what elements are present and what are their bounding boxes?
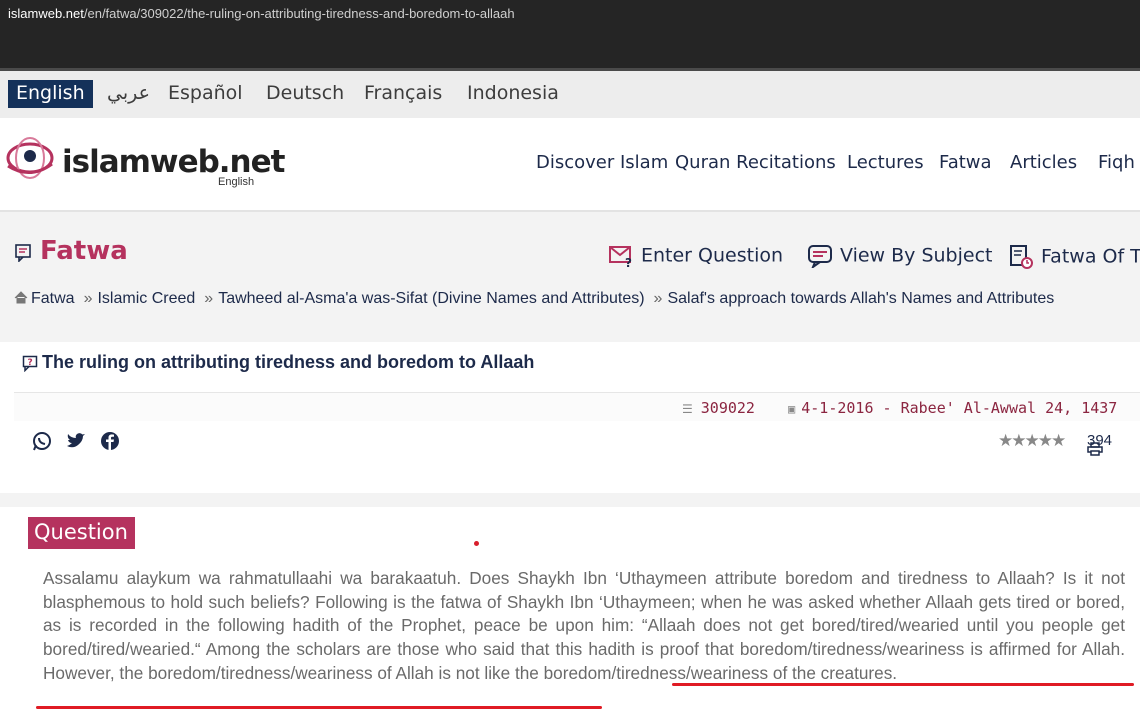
- language-bar: English عربي Español Deutsch Français In…: [0, 68, 1140, 118]
- nav-quran-recitations[interactable]: Quran Recitations: [675, 152, 836, 173]
- section-title-text: Fatwa: [40, 236, 128, 266]
- fatwa-of-the-day-button[interactable]: Fatwa Of Th: [1009, 244, 1140, 270]
- views-count[interactable]: 394: [1087, 432, 1112, 456]
- site-logo[interactable]: islamweb.net English: [4, 134, 285, 194]
- breadcrumb-tawheed[interactable]: Tawheed al-Asma'a was-Sifat (Divine Name…: [218, 290, 644, 307]
- nav-lectures[interactable]: Lectures: [847, 152, 924, 173]
- enter-question-label: Enter Question: [641, 244, 784, 267]
- nav-fiqh[interactable]: Fiqh: [1098, 152, 1135, 173]
- fatwa-of-the-day-label: Fatwa Of Th: [1041, 245, 1140, 268]
- chat-list-icon: [808, 245, 832, 270]
- url-path: /en/fatwa/309022/the-ruling-on-attributi…: [83, 6, 515, 21]
- list-icon: ☰: [682, 402, 693, 416]
- annotation-dot: [474, 541, 479, 546]
- question-bubble-icon: ?: [22, 355, 38, 372]
- envelope-question-icon: ?: [609, 246, 632, 270]
- home-icon: [14, 291, 28, 304]
- site-header: islamweb.net English Discover Islam Qura…: [0, 118, 1140, 212]
- question-text: Assalamu alaykum wa rahmatullaahi wa bar…: [43, 568, 1125, 683]
- svg-text:?: ?: [28, 358, 33, 368]
- fatwa-title: The ruling on attributing tiredness and …: [42, 352, 535, 372]
- section-gap: [0, 493, 1140, 507]
- fatwa-meta: ☰ 309022 ▣ 4-1-2016 - Rabee' Al-Awwal 24, …: [14, 393, 1140, 421]
- fatwa-book-icon: [15, 243, 31, 262]
- facebook-icon[interactable]: [100, 431, 120, 451]
- calendar-icon: ▣: [788, 402, 796, 416]
- breadcrumb-fatwa[interactable]: Fatwa: [31, 290, 75, 307]
- document-clock-icon: [1010, 245, 1033, 269]
- question-label: Question: [28, 517, 135, 549]
- nav-fatwa[interactable]: Fatwa: [939, 152, 992, 173]
- fatwa-title-card: ? The ruling on attributing tiredness an…: [14, 342, 1140, 393]
- annotation-underline-2: [36, 706, 602, 709]
- nav-discover-islam[interactable]: Discover Islam: [536, 152, 668, 173]
- logo-emblem-icon: [6, 137, 54, 179]
- fatwa-id-value: 309022: [700, 399, 755, 417]
- lang-english[interactable]: English: [8, 80, 93, 108]
- twitter-icon[interactable]: [66, 431, 86, 451]
- fatwa-date: ▣ 4-1-2016 - Rabee' Al-Awwal 24, 1437: [788, 399, 1117, 417]
- fatwa-id: ☰ 309022: [682, 399, 755, 417]
- printer-icon: [1087, 442, 1103, 456]
- url-host: islamweb.net: [8, 6, 84, 21]
- share-row: ★★★★★ 394: [14, 421, 1140, 493]
- section-title: Fatwa: [14, 236, 128, 266]
- lang-german[interactable]: Deutsch: [266, 82, 344, 104]
- fatwa-date-value: 4-1-2016 - Rabee' Al-Awwal 24, 1437: [801, 399, 1118, 417]
- lang-indonesian[interactable]: Indonesia: [467, 82, 559, 104]
- view-by-subject-button[interactable]: View By Subject: [808, 244, 993, 270]
- annotation-underline-1: [672, 683, 1134, 686]
- logo-name: islamweb.net: [62, 144, 285, 180]
- svg-text:?: ?: [625, 256, 632, 268]
- fatwa-section-bar: Fatwa ? Enter Question View By Subject F…: [0, 212, 1140, 342]
- lang-spanish[interactable]: Español: [168, 82, 243, 104]
- view-by-subject-label: View By Subject: [840, 244, 993, 267]
- lang-french[interactable]: Français: [364, 82, 442, 104]
- rating-stars[interactable]: ★★★★★: [998, 431, 1066, 451]
- breadcrumb-salafs-approach[interactable]: Salaf's approach towards Allah's Names a…: [667, 290, 1054, 307]
- logo-language: English: [218, 176, 255, 188]
- enter-question-button[interactable]: ? Enter Question: [609, 244, 784, 270]
- lang-arabic[interactable]: عربي: [107, 82, 150, 104]
- breadcrumb: Fatwa» Islamic Creed» Tawheed al-Asma'a wa…: [14, 290, 1054, 308]
- url-text[interactable]: islamweb.net/en/fatwa/309022/the-ruling-…: [8, 6, 515, 21]
- nav-articles[interactable]: Articles: [1010, 152, 1077, 173]
- whatsapp-icon[interactable]: [32, 431, 52, 451]
- breadcrumb-islamic-creed[interactable]: Islamic Creed: [97, 290, 195, 307]
- browser-url-bar[interactable]: islamweb.net/en/fatwa/309022/the-ruling-…: [0, 0, 1140, 68]
